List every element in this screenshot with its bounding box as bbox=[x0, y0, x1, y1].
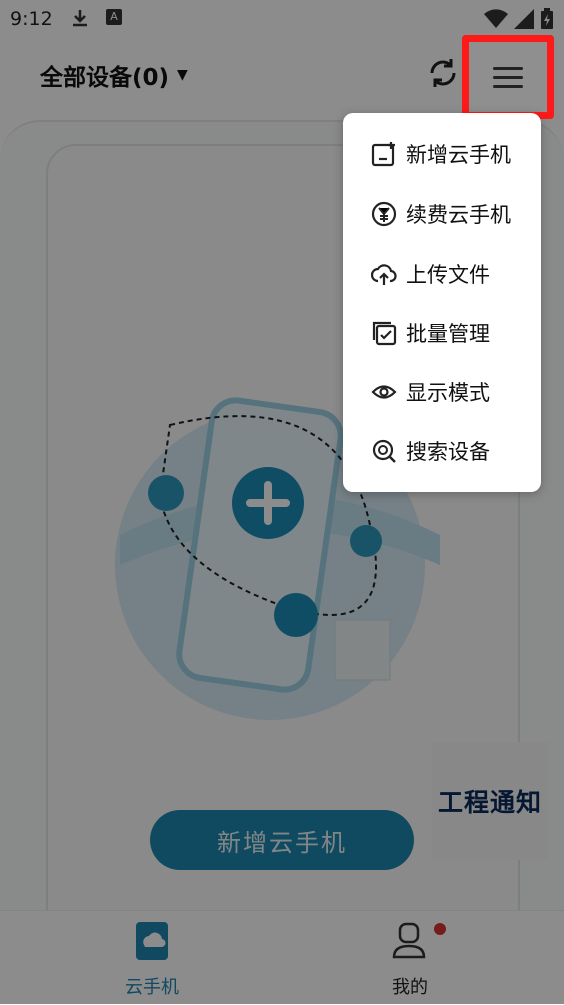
dropdown-menu: 新增云手机 续费云手机 上传文件 批量管理 显示模式 搜索设备 bbox=[343, 113, 541, 492]
menu-item-label: 搜索设备 bbox=[406, 440, 490, 464]
menu-item-display-mode[interactable]: 显示模式 bbox=[343, 364, 541, 420]
add-phone-icon bbox=[371, 142, 395, 167]
upload-cloud-icon bbox=[371, 264, 397, 285]
eye-icon bbox=[371, 385, 397, 399]
menu-item-search-device[interactable]: 搜索设备 bbox=[343, 423, 541, 479]
menu-item-add-phone[interactable]: 新增云手机 bbox=[343, 126, 541, 182]
menu-item-renew-phone[interactable]: 续费云手机 bbox=[343, 186, 541, 242]
menu-item-label: 批量管理 bbox=[406, 322, 490, 346]
batch-check-icon bbox=[372, 321, 397, 346]
search-device-icon bbox=[372, 439, 396, 463]
menu-item-label: 显示模式 bbox=[406, 381, 490, 405]
hamburger-icon bbox=[493, 61, 523, 94]
menu-item-label: 续费云手机 bbox=[406, 203, 511, 227]
menu-item-batch-manage[interactable]: 批量管理 bbox=[343, 305, 541, 361]
menu-item-upload-file[interactable]: 上传文件 bbox=[343, 246, 541, 302]
menu-item-label: 上传文件 bbox=[406, 263, 490, 287]
menu-item-label: 新增云手机 bbox=[406, 143, 511, 167]
menu-button-active[interactable] bbox=[462, 35, 554, 119]
renew-yen-icon bbox=[371, 201, 397, 227]
